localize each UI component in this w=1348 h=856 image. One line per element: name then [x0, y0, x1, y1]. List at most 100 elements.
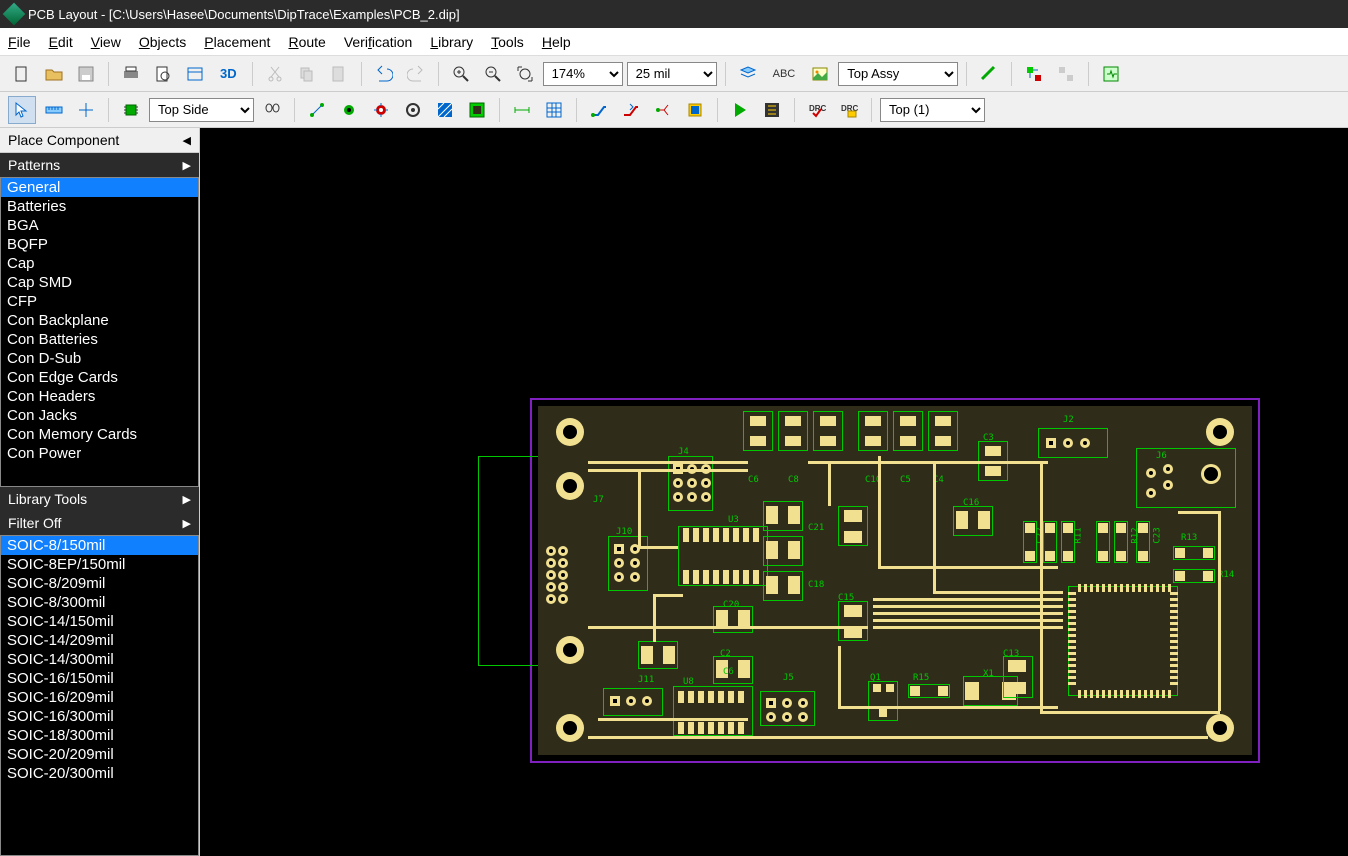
zoomin-icon[interactable]	[447, 60, 475, 88]
open-icon[interactable]	[40, 60, 68, 88]
list-item[interactable]: BGA	[1, 216, 198, 235]
backanno-icon[interactable]	[1052, 60, 1080, 88]
list-item[interactable]: SOIC-16/209mil	[1, 688, 198, 707]
ref-label: C20	[723, 601, 739, 610]
list-item[interactable]: SOIC-8/300mil	[1, 593, 198, 612]
routemanual-icon[interactable]	[585, 96, 613, 124]
list-item[interactable]: Con D-Sub	[1, 349, 198, 368]
copperpour-icon[interactable]	[431, 96, 459, 124]
via-icon[interactable]	[367, 96, 395, 124]
list-item[interactable]: General	[1, 178, 198, 197]
pattern-categories-list[interactable]: GeneralBatteriesBGABQFPCapCap SMDCFPCon …	[0, 177, 199, 487]
list-item[interactable]: SOIC-16/150mil	[1, 669, 198, 688]
image-icon[interactable]	[806, 60, 834, 88]
cut-icon[interactable]	[261, 60, 289, 88]
list-item[interactable]: BQFP	[1, 235, 198, 254]
menu-route[interactable]: Route	[288, 34, 325, 50]
ruler-icon[interactable]	[40, 96, 68, 124]
list-item[interactable]: SOIC-14/300mil	[1, 650, 198, 669]
print-icon[interactable]	[117, 60, 145, 88]
list-item[interactable]: Con Batteries	[1, 330, 198, 349]
list-item[interactable]: Con Power	[1, 444, 198, 463]
new-icon[interactable]	[8, 60, 36, 88]
pointer-icon[interactable]	[8, 96, 36, 124]
mounthole-icon[interactable]	[399, 96, 427, 124]
list-item[interactable]: Con Edge Cards	[1, 368, 198, 387]
renew-icon[interactable]	[1020, 60, 1048, 88]
list-item[interactable]: SOIC-14/209mil	[1, 631, 198, 650]
checknet-icon[interactable]	[758, 96, 786, 124]
layer-combo[interactable]: Top (1)	[880, 98, 985, 122]
list-item[interactable]: SOIC-18/300mil	[1, 726, 198, 745]
table-icon[interactable]	[540, 96, 568, 124]
copy-icon[interactable]	[293, 60, 321, 88]
list-item[interactable]: SOIC-8EP/150mil	[1, 555, 198, 574]
abc-button[interactable]: ABC	[766, 60, 803, 88]
layerview-combo[interactable]: Top Assy	[838, 62, 958, 86]
collapse-arrow-icon: ◀	[183, 134, 191, 147]
pad-icon[interactable]	[335, 96, 363, 124]
fanout-icon[interactable]	[649, 96, 677, 124]
list-item[interactable]: Con Headers	[1, 387, 198, 406]
view3d-button[interactable]: 3D	[213, 60, 244, 88]
component-icon[interactable]	[117, 96, 145, 124]
place-component-header[interactable]: Place Component ◀	[0, 128, 199, 153]
library-tools-header[interactable]: Library Tools ▶	[0, 487, 199, 511]
pattern-items-list[interactable]: SOIC-8/150milSOIC-8EP/150milSOIC-8/209mi…	[0, 535, 199, 856]
menu-view[interactable]: View	[91, 34, 121, 50]
menu-file[interactable]: File	[8, 34, 31, 50]
bus-icon[interactable]	[681, 96, 709, 124]
filter-header[interactable]: Filter Off ▶	[0, 511, 199, 535]
schematic-icon[interactable]	[1097, 60, 1125, 88]
list-item[interactable]: SOIC-20/300mil	[1, 764, 198, 783]
pcb-canvas[interactable]: J7 J4	[200, 128, 1348, 856]
ratline-icon[interactable]	[303, 96, 331, 124]
drcsetup-icon[interactable]: DRC	[835, 96, 863, 124]
list-item[interactable]: Batteries	[1, 197, 198, 216]
undo-icon[interactable]	[370, 60, 398, 88]
list-item[interactable]: SOIC-8/209mil	[1, 574, 198, 593]
list-item[interactable]: Con Backplane	[1, 311, 198, 330]
list-item[interactable]: SOIC-20/209mil	[1, 745, 198, 764]
layers-icon[interactable]	[734, 60, 762, 88]
list-item[interactable]: SOIC-16/300mil	[1, 707, 198, 726]
list-item[interactable]: Con Jacks	[1, 406, 198, 425]
boardoutline-icon[interactable]	[463, 96, 491, 124]
expand-arrow-icon: ▶	[183, 517, 191, 530]
filter-label: Filter Off	[8, 515, 61, 531]
drc-icon[interactable]: DRC	[803, 96, 831, 124]
preview-icon[interactable]	[149, 60, 177, 88]
list-item[interactable]: CFP	[1, 292, 198, 311]
zoomfit-icon[interactable]	[511, 60, 539, 88]
menu-tools[interactable]: Tools	[491, 34, 524, 50]
side-combo[interactable]: Top Side	[149, 98, 254, 122]
list-item[interactable]: SOIC-14/150mil	[1, 612, 198, 631]
menu-placement[interactable]: Placement	[204, 34, 270, 50]
measure-icon[interactable]	[975, 60, 1003, 88]
titles-icon[interactable]	[181, 60, 209, 88]
list-item[interactable]: Con Memory Cards	[1, 425, 198, 444]
zoom-combo[interactable]: 174%	[543, 62, 623, 86]
ref-label: C21	[808, 524, 824, 533]
component-j6	[1136, 448, 1236, 508]
menu-help[interactable]: Help	[542, 34, 571, 50]
find-icon[interactable]	[258, 96, 286, 124]
routeauto-icon[interactable]	[617, 96, 645, 124]
origin-icon[interactable]	[72, 96, 100, 124]
menu-objects[interactable]: Objects	[139, 34, 186, 50]
save-icon[interactable]	[72, 60, 100, 88]
expand-arrow-icon: ▶	[183, 159, 191, 172]
list-item[interactable]: Cap SMD	[1, 273, 198, 292]
redo-icon[interactable]	[402, 60, 430, 88]
paste-icon[interactable]	[325, 60, 353, 88]
list-item[interactable]: SOIC-8/150mil	[1, 536, 198, 555]
menu-edit[interactable]: Edit	[49, 34, 73, 50]
zoomout-icon[interactable]	[479, 60, 507, 88]
menu-verification[interactable]: Verification	[344, 34, 412, 50]
menu-library[interactable]: Library	[430, 34, 473, 50]
run-icon[interactable]	[726, 96, 754, 124]
list-item[interactable]: Cap	[1, 254, 198, 273]
dimension-icon[interactable]	[508, 96, 536, 124]
patterns-header[interactable]: Patterns ▶	[0, 153, 199, 177]
grid-combo[interactable]: 25 mil	[627, 62, 717, 86]
